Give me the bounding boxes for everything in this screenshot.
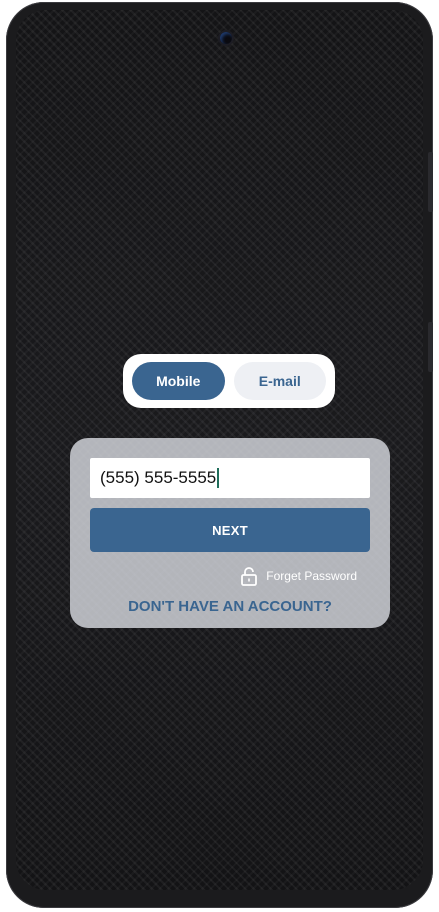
phone-number-input[interactable]: (555) 555-5555 (90, 458, 370, 498)
login-card: (555) 555-5555 NEXT Forget Password DON'… (70, 438, 390, 628)
email-tab[interactable]: E-mail (233, 362, 326, 400)
text-caret (217, 468, 219, 488)
next-button[interactable]: NEXT (90, 508, 370, 552)
power-button (428, 322, 433, 372)
signup-link[interactable]: DON'T HAVE AN ACCOUNT? (70, 598, 390, 615)
login-mode-toggle: Mobile E-mail (123, 354, 335, 408)
volume-button (428, 152, 433, 212)
forgot-password-link[interactable]: Forget Password (240, 566, 357, 586)
app-screen: Mobile E-mail (555) 555-5555 NEXT Forget… (16, 10, 423, 890)
front-camera (220, 32, 232, 44)
mobile-tab[interactable]: Mobile (132, 362, 225, 400)
phone-number-value: (555) 555-5555 (100, 468, 217, 487)
forgot-password-label: Forget Password (266, 569, 357, 583)
lock-icon (241, 567, 258, 586)
